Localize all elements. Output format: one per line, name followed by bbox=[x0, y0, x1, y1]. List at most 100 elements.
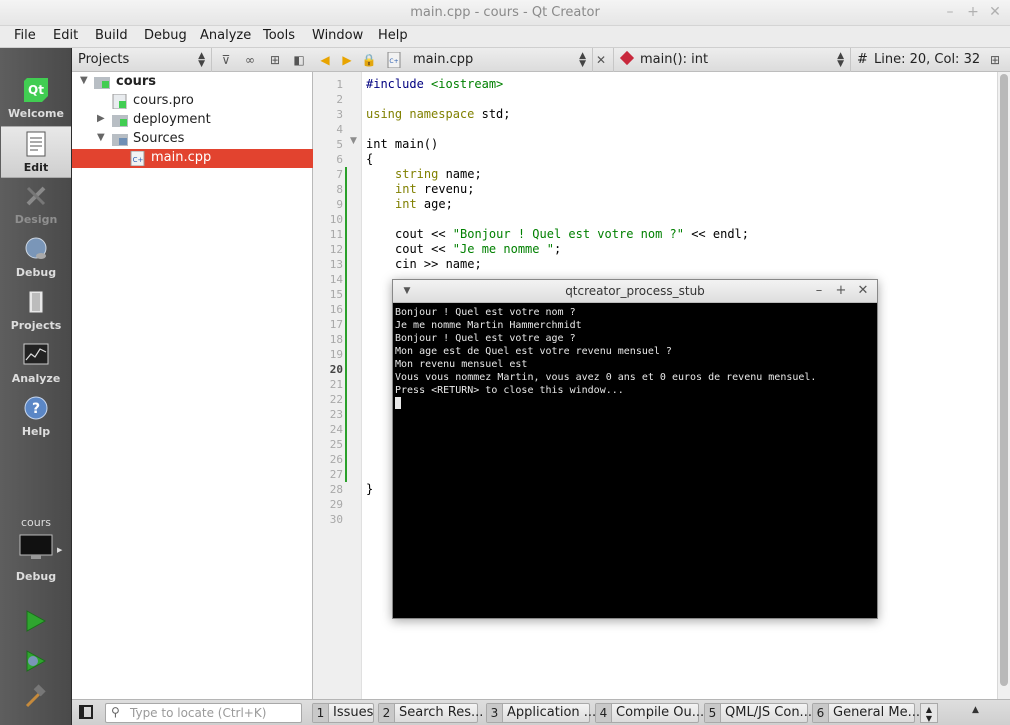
maximize-button[interactable]: + bbox=[965, 4, 981, 20]
mode-design[interactable]: Design bbox=[1, 179, 71, 231]
menu-window[interactable]: Window bbox=[312, 28, 363, 43]
back-arrow-icon[interactable]: ◀ bbox=[317, 52, 333, 68]
search-icon: ⚲ bbox=[111, 705, 120, 719]
output-tab-label: General Me... bbox=[833, 705, 920, 720]
mode-analyze[interactable]: Analyze bbox=[1, 338, 71, 390]
cursor-position[interactable]: Line: 20, Col: 32 bbox=[874, 52, 980, 67]
minimize-button[interactable]: – bbox=[942, 4, 958, 20]
fold-arrow-icon[interactable]: ▼ bbox=[350, 136, 357, 146]
split-icon[interactable]: ⊞ bbox=[267, 52, 283, 68]
qt-project-icon bbox=[94, 77, 110, 89]
tree-item-pro-file[interactable]: cours.pro bbox=[72, 92, 313, 111]
selector-arrows-icon: ▲ ▼ bbox=[198, 51, 205, 69]
tree-item-deployment[interactable]: ▶ deployment bbox=[72, 111, 313, 130]
output-tab-application-output[interactable]: 3 Application ... bbox=[486, 703, 596, 723]
output-tab-issues[interactable]: 1 Issues bbox=[312, 703, 374, 723]
filter-icon[interactable]: ⊽ bbox=[218, 52, 234, 68]
line-number: 23 bbox=[329, 408, 343, 421]
menu-help[interactable]: Help bbox=[378, 28, 408, 43]
line-number: 1 bbox=[336, 78, 343, 91]
locator-input[interactable]: ⚲ Type to locate (Ctrl+K) bbox=[105, 703, 302, 723]
document-icon bbox=[26, 131, 46, 157]
current-file-name: main.cpp bbox=[413, 52, 474, 67]
mode-projects-label: Projects bbox=[10, 319, 62, 332]
svg-text:Qt: Qt bbox=[28, 83, 44, 97]
output-tab-number: 6 bbox=[813, 704, 829, 722]
process-stub-window[interactable]: ▼ qtcreator_process_stub – + ✕ Bonjour !… bbox=[392, 279, 878, 619]
monitor-icon bbox=[19, 534, 53, 559]
close-button[interactable]: ✕ bbox=[987, 4, 1003, 20]
tree-item-project[interactable]: ▼ cours bbox=[72, 73, 313, 92]
line-number: 2 bbox=[336, 93, 343, 106]
tree-item-label: deployment bbox=[133, 112, 211, 127]
symbol-selector[interactable]: main(): int ▲ ▼ bbox=[613, 48, 851, 72]
chart-monitor-icon bbox=[23, 343, 49, 365]
lock-icon: 🔒 bbox=[361, 53, 377, 67]
terminal-minimize-button[interactable]: – bbox=[811, 283, 827, 299]
code-line-9: int age; bbox=[395, 197, 453, 211]
line-number: 25 bbox=[329, 438, 343, 451]
terminal-maximize-button[interactable]: + bbox=[833, 283, 849, 299]
menu-debug[interactable]: Debug bbox=[144, 28, 187, 43]
locator-placeholder: Type to locate (Ctrl+K) bbox=[130, 706, 267, 720]
encoding-hash[interactable]: # bbox=[857, 52, 868, 67]
kit-arrow-icon: ▶ bbox=[57, 546, 63, 554]
projects-view-selector[interactable]: Projects ▲ ▼ bbox=[72, 48, 212, 72]
line-number: 19 bbox=[329, 348, 343, 361]
code-line-7: string name; bbox=[395, 167, 482, 181]
projects-folder-icon bbox=[28, 290, 44, 314]
maximize-output-icon[interactable]: ▲ bbox=[972, 705, 979, 715]
current-symbol: main(): int bbox=[640, 52, 709, 67]
output-tab-label: Issues bbox=[333, 705, 374, 720]
mode-design-label: Design bbox=[14, 213, 58, 226]
build-hammer-button[interactable] bbox=[22, 684, 48, 710]
window-title: main.cpp - cours - Qt Creator bbox=[410, 5, 600, 20]
open-documents-selector[interactable]: C+ main.cpp ▲ ▼ bbox=[383, 48, 593, 72]
forward-arrow-icon[interactable]: ▶ bbox=[339, 52, 355, 68]
output-tab-qml-js-console[interactable]: 5 QML/JS Con... bbox=[704, 703, 812, 723]
line-number: 17 bbox=[329, 318, 343, 331]
menu-build[interactable]: Build bbox=[95, 28, 128, 43]
kit-selector[interactable]: cours ▶ Debug bbox=[0, 514, 72, 592]
tree-item-main-cpp[interactable]: C+ main.cpp bbox=[72, 149, 313, 168]
line-number: 18 bbox=[329, 333, 343, 346]
output-tab-search-results[interactable]: 2 Search Res... bbox=[378, 703, 483, 723]
scrollbar-thumb[interactable] bbox=[1000, 74, 1008, 686]
mode-welcome[interactable]: Qt Welcome bbox=[1, 73, 71, 125]
mode-edit[interactable]: Edit bbox=[1, 126, 71, 178]
mode-help[interactable]: ? Help bbox=[1, 391, 71, 443]
close-pane-icon[interactable]: ◧ bbox=[291, 52, 307, 68]
output-tab-label: Search Res... bbox=[399, 705, 484, 720]
mode-projects[interactable]: Projects bbox=[1, 285, 71, 337]
line-number: 24 bbox=[329, 423, 343, 436]
line-number: 30 bbox=[329, 513, 343, 526]
pro-file-icon bbox=[112, 94, 127, 109]
terminal-line: Bonjour ! Quel est votre age ? bbox=[395, 333, 576, 344]
split-editor-icon[interactable]: ⊞ bbox=[987, 52, 1003, 68]
more-tabs-selector[interactable]: ▲ ▼ bbox=[920, 703, 938, 723]
line-number: 13 bbox=[329, 258, 343, 271]
output-tab-compile-output[interactable]: 4 Compile Ou... bbox=[595, 703, 704, 723]
line-number: 9 bbox=[336, 198, 343, 211]
menu-analyze[interactable]: Analyze bbox=[200, 28, 251, 43]
toggle-sidebar-icon[interactable] bbox=[79, 705, 93, 719]
process-stub-titlebar[interactable]: ▼ qtcreator_process_stub – + ✕ bbox=[393, 280, 877, 303]
tree-item-sources[interactable]: ▼ Sources bbox=[72, 130, 313, 149]
mode-debug[interactable]: Debug bbox=[1, 232, 71, 284]
close-document-button[interactable]: ✕ bbox=[593, 52, 609, 68]
debug-run-button[interactable] bbox=[22, 648, 48, 674]
terminal-output[interactable]: Bonjour ! Quel est votre nom ? Je me nom… bbox=[395, 306, 875, 410]
line-number: 29 bbox=[329, 498, 343, 511]
editor-vertical-scrollbar[interactable] bbox=[997, 72, 1010, 699]
projects-view-label: Projects bbox=[78, 52, 130, 67]
editor-toolbar: ◀ ▶ 🔒 C+ main.cpp ▲ ▼ ✕ main(): int ▲ ▼ # … bbox=[313, 48, 1010, 72]
output-tab-general-messages[interactable]: 6 General Me... bbox=[812, 703, 920, 723]
menu-edit[interactable]: Edit bbox=[53, 28, 78, 43]
run-button[interactable] bbox=[22, 608, 48, 634]
code-line-11: cout << "Bonjour ! Quel est votre nom ?"… bbox=[395, 227, 750, 241]
menu-tools[interactable]: Tools bbox=[263, 28, 295, 43]
menu-file[interactable]: File bbox=[14, 28, 36, 43]
code-line-28: } bbox=[366, 482, 374, 496]
link-icon[interactable]: ∞ bbox=[242, 52, 258, 68]
terminal-close-button[interactable]: ✕ bbox=[855, 283, 871, 299]
